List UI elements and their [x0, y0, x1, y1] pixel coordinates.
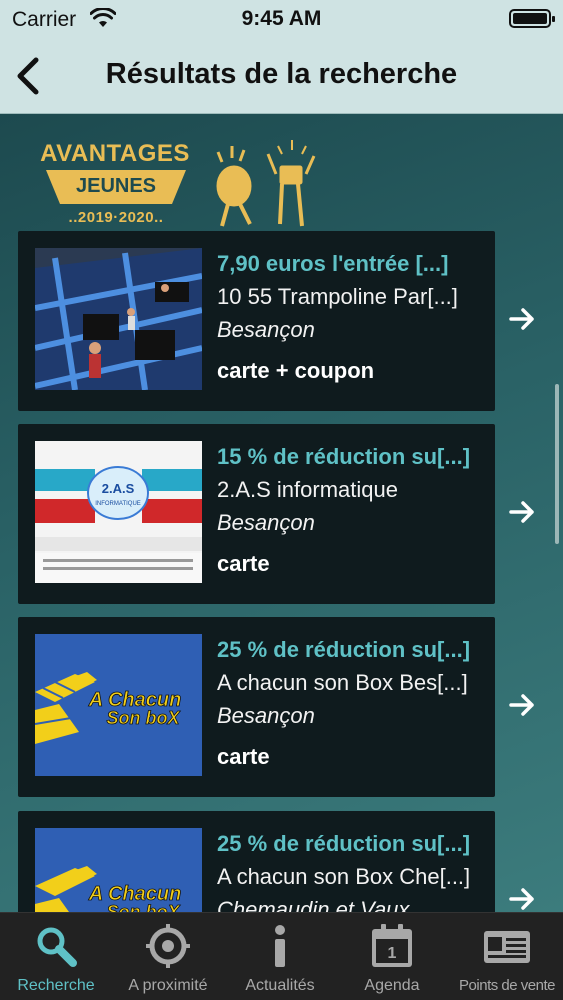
result-info: 25 % de réduction su[...] A chacun son B… [217, 633, 499, 776]
results-list[interactable]: AVANTAGES JEUNES ..2019·2020.. 7,90 euro… [0, 114, 563, 912]
offer-text: 7,90 euros l'entrée [...] [217, 251, 449, 276]
page-title: Résultats de la recherche [105, 58, 458, 90]
mascots-illustration [216, 140, 316, 227]
calendar-icon: 1 [372, 924, 412, 967]
store-card-icon [484, 931, 530, 963]
box-logo-line2: Son boX [107, 902, 181, 912]
partner-city: Besançon [217, 703, 315, 728]
banner-years: ..2019·2020.. [68, 209, 164, 226]
navigation-bar: Résultats de la recherche [0, 40, 563, 114]
tab-bar: Recherche A proximité Actualités 1 Agend… [0, 912, 563, 1000]
partner-city: Chemaudin et Vaux [217, 897, 410, 912]
offer-type: carte + coupon [217, 358, 375, 383]
tab-a-proximite[interactable]: A proximité [112, 913, 224, 1000]
tab-label: Agenda [364, 977, 420, 994]
2as-logo-sub: INFORMATIQUE [95, 501, 141, 507]
arrow-right-icon[interactable] [508, 885, 536, 912]
partner-name: 2.A.S informatique [217, 477, 398, 502]
offer-text: 25 % de réduction su[...] [217, 637, 471, 662]
tab-label: Recherche [17, 977, 95, 994]
box-logo-line2: Son boX [107, 708, 181, 728]
trampoline-park-photo [35, 248, 202, 390]
offer-text: 15 % de réduction su[...] [217, 444, 471, 469]
tab-label: Points de vente [459, 977, 555, 994]
partner-name: 10 55 Trampoline Par[...] [217, 284, 458, 309]
tab-points-de-vente[interactable]: Points de vente [451, 913, 563, 1000]
scroll-indicator[interactable] [555, 384, 559, 544]
offer-type: carte [217, 744, 270, 769]
banner-title: AVANTAGES [40, 140, 190, 167]
result-card[interactable]: 2.A.S INFORMATIQUE 15 % de réduction su[… [18, 424, 534, 604]
clock: 9:45 AM [241, 7, 322, 30]
arrow-right-icon[interactable] [508, 305, 536, 333]
partner-name: A chacun son Box Che[...] [217, 864, 471, 889]
2as-informatique-flyer: 2.A.S INFORMATIQUE [35, 441, 202, 583]
search-icon [37, 927, 77, 967]
tab-recherche[interactable]: Recherche [0, 913, 112, 1000]
target-icon [146, 924, 190, 968]
arrow-right-icon[interactable] [508, 498, 536, 526]
arrow-right-icon[interactable] [508, 691, 536, 719]
battery-icon [509, 9, 555, 28]
avantages-jeunes-banner: AVANTAGES JEUNES ..2019·2020.. [40, 134, 330, 234]
a-chacun-son-box-logo: A Chacun Son boX [35, 828, 202, 912]
banner-subtitle: JEUNES [75, 175, 157, 197]
tab-actualites[interactable]: Actualités [224, 913, 336, 1000]
2as-logo-text: 2.A.S [102, 481, 135, 496]
offer-text: 25 % de réduction su[...] [217, 831, 471, 856]
info-icon [275, 925, 285, 967]
result-info: 25 % de réduction su[...] A chacun son B… [217, 827, 499, 912]
svg-text:1: 1 [388, 945, 397, 962]
result-card[interactable]: 7,90 euros l'entrée [...] 10 55 Trampoli… [18, 231, 534, 411]
result-card[interactable]: A Chacun Son boX 25 % de réduction su[..… [18, 617, 534, 797]
partner-name: A chacun son Box Bes[...] [217, 670, 468, 695]
a-chacun-son-box-logo: A Chacun Son boX [35, 634, 202, 776]
tab-label: A proximité [128, 977, 208, 994]
offer-type: carte [217, 551, 270, 576]
tab-label: Actualités [245, 977, 315, 994]
partner-city: Besançon [217, 317, 315, 342]
partner-city: Besançon [217, 510, 315, 535]
tab-agenda[interactable]: 1 Agenda [336, 913, 448, 1000]
result-info: 15 % de réduction su[...] 2.A.S informat… [217, 440, 499, 583]
result-info: 7,90 euros l'entrée [...] 10 55 Trampoli… [217, 247, 499, 390]
status-bar: Carrier 9:45 AM [0, 0, 563, 40]
result-card[interactable]: A Chacun Son boX 25 % de réduction su[..… [18, 811, 534, 912]
